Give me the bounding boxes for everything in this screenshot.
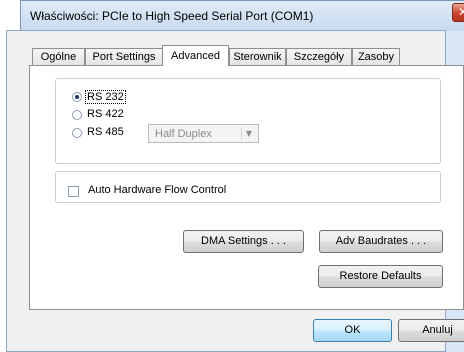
ok-button[interactable]: OK — [313, 319, 392, 342]
radio-rs485-label: RS 485 — [87, 126, 124, 138]
duplex-select-value: Half Duplex — [155, 128, 212, 140]
radio-button[interactable] — [72, 128, 82, 138]
tab-resources[interactable]: Zasoby — [352, 48, 400, 65]
duplex-select[interactable]: Half Duplex ▼ — [148, 124, 259, 143]
close-button[interactable]: ✕ — [452, 3, 464, 22]
title-bar[interactable]: Właściwości: PCIe to High Speed Serial P… — [21, 1, 464, 31]
tab-port-settings[interactable]: Port Settings — [85, 48, 163, 65]
tab-advanced[interactable]: Advanced — [162, 45, 229, 66]
adv-baudrates-button[interactable]: Adv Baudrates . . . — [319, 230, 443, 253]
chevron-down-icon[interactable]: ▼ — [241, 127, 256, 140]
dma-settings-button[interactable]: DMA Settings . . . — [183, 230, 304, 253]
auto-flow-control-checkbox[interactable] — [68, 186, 79, 197]
radio-button-selected[interactable] — [72, 92, 82, 102]
tab-driver[interactable]: Sterownik — [229, 48, 286, 65]
radio-rs422-label: RS 422 — [87, 108, 124, 120]
cancel-button[interactable]: Anuluj — [398, 319, 464, 342]
window-title: Właściwości: PCIe to High Speed Serial P… — [30, 9, 314, 23]
restore-defaults-button[interactable]: Restore Defaults — [318, 265, 443, 288]
radio-button[interactable] — [72, 110, 82, 120]
radio-rs232-label: RS 232 — [85, 90, 126, 104]
tab-general[interactable]: Ogólne — [32, 48, 85, 65]
tab-details[interactable]: Szczegóły — [286, 48, 352, 65]
close-icon: ✕ — [458, 5, 464, 19]
auto-flow-control-label: Auto Hardware Flow Control — [88, 184, 227, 196]
